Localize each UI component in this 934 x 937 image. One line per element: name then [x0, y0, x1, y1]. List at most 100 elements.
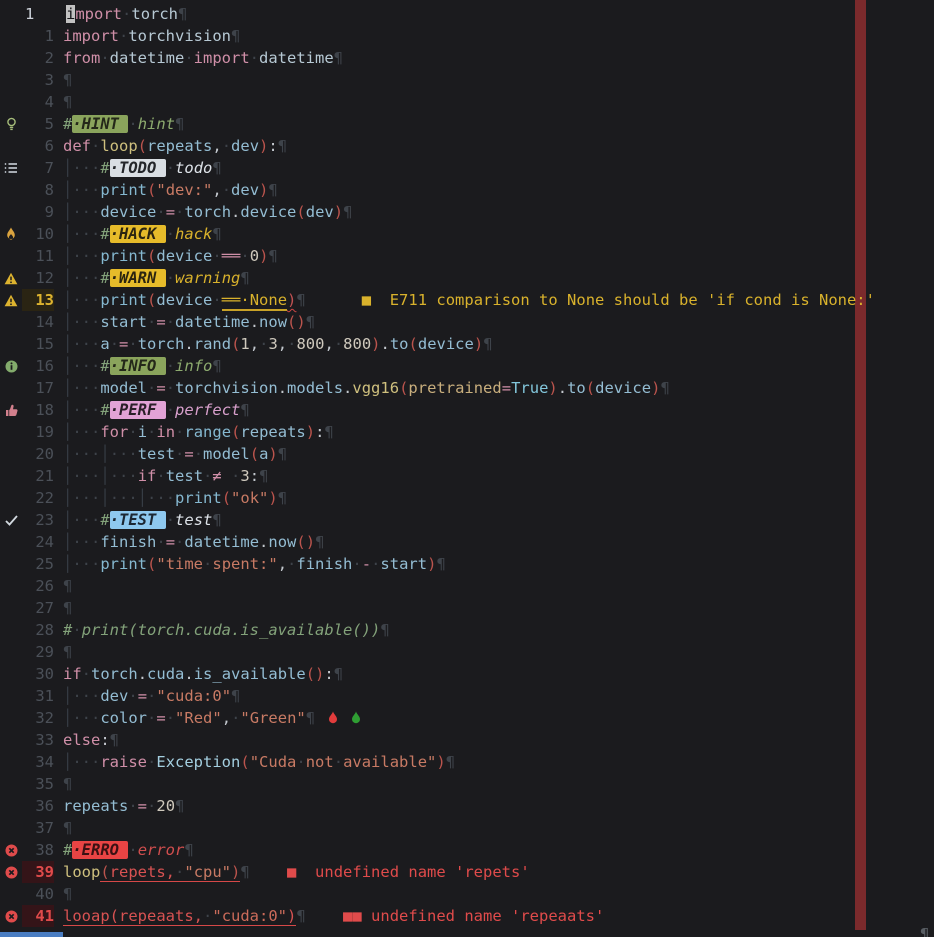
line-number: 24: [22, 531, 54, 553]
code-line[interactable]: 37¶: [0, 817, 934, 839]
empty-sign-column: [0, 443, 22, 465]
code-line[interactable]: 30if·torch.cuda.is_available():¶: [0, 663, 934, 685]
empty-sign-column: [0, 531, 22, 553]
error-circle-icon: [0, 905, 22, 927]
line-number: 37: [22, 817, 54, 839]
line-number: 41: [22, 905, 54, 927]
code-line[interactable]: 1import·torchvision¶: [0, 25, 934, 47]
code-line[interactable]: 18│···#·PERF ·perfect¶: [0, 399, 934, 421]
code-line[interactable]: 7│···#·TODO ·todo¶: [0, 157, 934, 179]
code-line[interactable]: 5 #·HINT ·hint¶: [0, 113, 934, 135]
code-text: │···│···test·=·model(a)¶: [63, 443, 934, 465]
code-line[interactable]: 27¶: [0, 597, 934, 619]
code-line[interactable]: 10│···#·HACK ·hack¶: [0, 223, 934, 245]
flame-icon: [0, 223, 22, 245]
code-line[interactable]: 2 from·datetime·import·datetime¶: [0, 47, 934, 69]
empty-sign-column: [0, 91, 22, 113]
empty-sign-column: [0, 883, 22, 905]
code-text: │···for·i·in·range(repeats):¶: [63, 421, 934, 443]
code-line[interactable]: 28#·print(torch.cuda.is_available())¶: [0, 619, 934, 641]
line-number: 5: [22, 113, 54, 135]
empty-sign-column: [0, 487, 22, 509]
code-line[interactable]: 19 │···for·i·in·range(repeats):¶: [0, 421, 934, 443]
code-line[interactable]: 26 ¶: [0, 575, 934, 597]
code-line[interactable]: 11│···print(device·══·0)¶: [0, 245, 934, 267]
code-line[interactable]: 22│···│···│···print("ok")¶: [0, 487, 934, 509]
empty-sign-column: [0, 25, 22, 47]
color-drop-icon: [351, 708, 361, 730]
line-number: 38: [22, 839, 54, 861]
code-line[interactable]: 33else:¶: [0, 729, 934, 751]
code-line[interactable]: 39loop(repets,·"cpu")¶ ■ undefined name …: [0, 861, 934, 883]
code-line[interactable]: 8│···print("dev:",·dev)¶: [0, 179, 934, 201]
code-text: def·loop(repeats,·dev):¶: [63, 135, 934, 157]
check-icon: [0, 509, 22, 531]
code-line[interactable]: 24│···finish·=·datetime.now()¶: [0, 531, 934, 553]
code-line[interactable]: 9│···device·=·torch.device(dev)¶: [0, 201, 934, 223]
code-text: │···#·INFO ·info¶: [63, 355, 934, 377]
code-line[interactable]: 34│···raise·Exception("Cuda·not·availabl…: [0, 751, 934, 773]
code-line[interactable]: 25│···print("time·spent:",·finish·-·star…: [0, 553, 934, 575]
code-line[interactable]: 6 def·loop(repeats,·dev):¶: [0, 135, 934, 157]
line-number: 15: [22, 333, 54, 355]
empty-sign-column: [0, 179, 22, 201]
code-lines: 1import·torch¶1import·torchvision¶2 from·…: [0, 0, 934, 927]
empty-sign-column: [0, 685, 22, 707]
line-number: 36: [22, 795, 54, 817]
code-line[interactable]: 4¶: [0, 91, 934, 113]
code-text: #·HINT ·hint¶: [63, 113, 934, 135]
code-text: #·print(torch.cuda.is_available())¶: [63, 619, 934, 641]
code-line[interactable]: 32│···color·=·"Red",·"Green"¶: [0, 707, 934, 729]
line-number: 29: [22, 641, 54, 663]
line-number: 20: [22, 443, 54, 465]
code-editor[interactable]: 1import·torch¶1import·torchvision¶2 from·…: [0, 0, 934, 937]
code-text: │···model·=·torchvision.models.vgg16(pre…: [63, 377, 934, 399]
line-number: 25: [22, 553, 54, 575]
line-number: 13: [22, 289, 54, 311]
code-text: │···a·=·torch.rand(1,·3,·800,·800).to(de…: [63, 333, 934, 355]
line-number: 6: [22, 135, 54, 157]
code-text: loop(repets,·"cpu")¶ ■ undefined name 'r…: [63, 861, 934, 883]
code-text: from·datetime·import·datetime¶: [63, 47, 934, 69]
empty-sign-column: [0, 641, 22, 663]
code-text: ¶: [63, 575, 934, 597]
code-line[interactable]: 41 looap(repeaats,·"cuda:0")¶ ■■ undefine…: [0, 905, 934, 927]
code-text: │···print(device·══·None)¶ ■ E711 compar…: [63, 289, 934, 311]
empty-sign-column: [0, 663, 22, 685]
code-line[interactable]: 36repeats·=·20¶: [0, 795, 934, 817]
code-line[interactable]: 21│···│···if·test·≠·3:¶: [0, 465, 934, 487]
todo-list-icon: [0, 157, 22, 179]
code-line[interactable]: 20 │···│···test·=·model(a)¶: [0, 443, 934, 465]
line-number: 26: [22, 575, 54, 597]
code-line[interactable]: 35¶: [0, 773, 934, 795]
code-line[interactable]: 12│···#·WARN ·warning¶: [0, 267, 934, 289]
code-line[interactable]: 31│···dev·=·"cuda:0"¶: [0, 685, 934, 707]
line-number: 2: [22, 47, 54, 69]
line-number: 19: [22, 421, 54, 443]
empty-sign-column: [0, 201, 22, 223]
code-line[interactable]: 38#·ERRO ·error¶: [0, 839, 934, 861]
code-text: ¶: [63, 773, 934, 795]
code-text: ¶: [63, 91, 934, 113]
empty-sign-column: [0, 773, 22, 795]
line-number: 12: [22, 267, 54, 289]
code-line[interactable]: 14│···start·=·datetime.now()¶: [0, 311, 934, 333]
code-text: │···#·TEST ·test¶: [63, 509, 934, 531]
code-line[interactable]: 17│···model·=·torchvision.models.vgg16(p…: [0, 377, 934, 399]
code-line[interactable]: 13 │···print(device·══·None)¶ ■ E711 comp…: [0, 289, 934, 311]
line-number: 9: [22, 201, 54, 223]
code-line[interactable]: 1import·torch¶: [0, 3, 934, 25]
code-text: looap(repeaats,·"cuda:0")¶ ■■ undefined …: [63, 905, 934, 927]
line-number: 23: [22, 509, 54, 531]
code-line[interactable]: 29¶: [0, 641, 934, 663]
code-line[interactable]: 23 │···#·TEST ·test¶: [0, 509, 934, 531]
code-line[interactable]: 3¶: [0, 69, 934, 91]
line-number: 7: [22, 157, 54, 179]
code-text: ¶: [63, 883, 934, 905]
line-number: 40: [22, 883, 54, 905]
line-number: 1: [22, 25, 54, 47]
code-line[interactable]: 40 ¶: [0, 883, 934, 905]
code-line[interactable]: 16│···#·INFO ·info¶: [0, 355, 934, 377]
code-line[interactable]: 15 │···a·=·torch.rand(1,·3,·800,·800).to(…: [0, 333, 934, 355]
overflow-pilcrow: ¶: [920, 925, 929, 937]
